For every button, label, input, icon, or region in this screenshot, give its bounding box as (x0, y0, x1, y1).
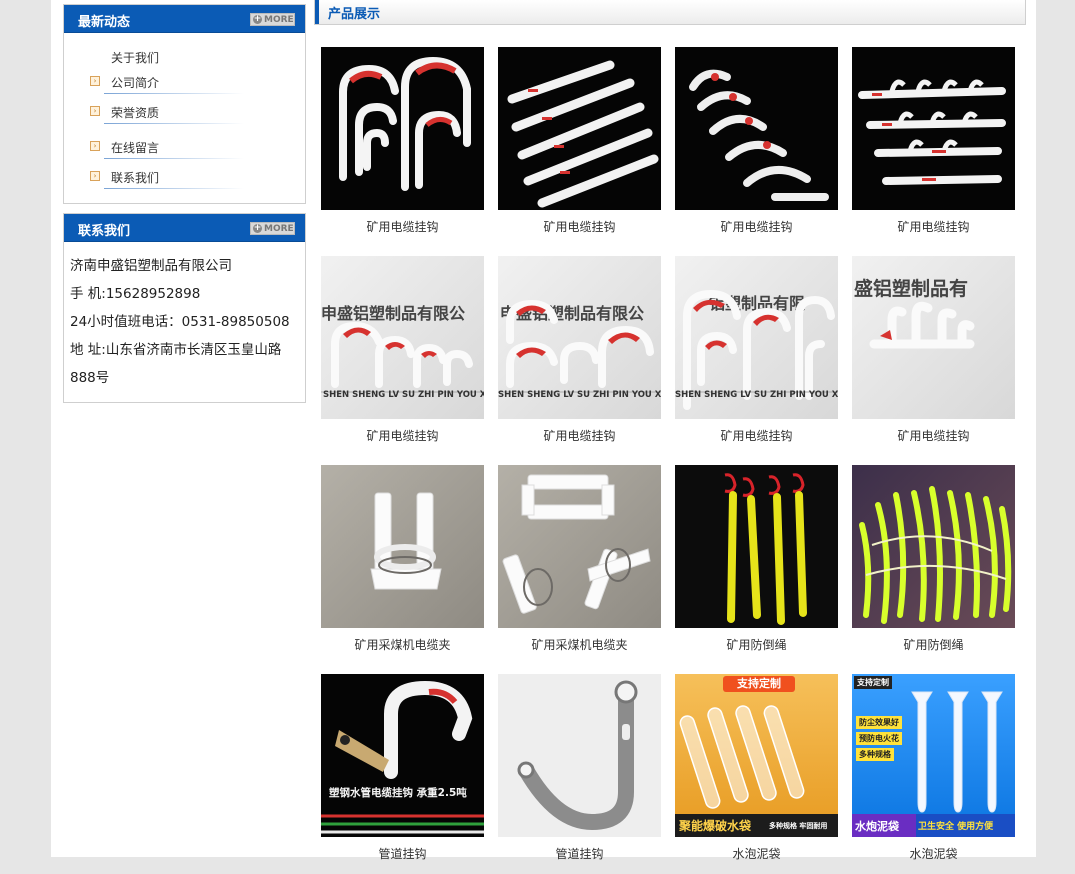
company-name: 济南申盛铝塑制品有限公司 (70, 258, 232, 274)
hotline-number: 24小时值班电话：0531-89850508 (70, 314, 290, 330)
address: 地 址:山东省济南市长清区玉皇山路888号 (70, 342, 282, 386)
product-image[interactable] (498, 465, 661, 628)
product-card[interactable]: 矿用防倒绳 (675, 465, 838, 665)
arrow-bullet-icon: › (90, 141, 100, 151)
content-title: 产品展示 (328, 7, 381, 22)
product-caption[interactable]: 管道挂钩 (321, 845, 484, 862)
product-card[interactable]: 矿用电缆挂钩 (852, 47, 1015, 247)
product-card[interactable]: 铝塑制品有限 SHEN SHENG LV SU ZHI PIN YOU XIAN… (675, 256, 838, 456)
page: 最新动态 + MORE 关于我们 › 公司简介 › 荣誉资质 › 在线留言 › … (51, 0, 1036, 861)
product-image[interactable] (675, 465, 838, 628)
product-image[interactable] (498, 47, 661, 210)
divider (104, 123, 244, 124)
accent-bar (315, 0, 319, 24)
banner-subtitle: 卫生安全 使用方便 (918, 822, 994, 832)
mobile-number: 手 机:15628952898 (70, 286, 201, 302)
product-caption[interactable]: 矿用防倒绳 (852, 636, 1015, 653)
product-card[interactable]: 申盛铝塑制品有限公 SHEN SHENG LV SU ZHI PIN YOU X… (498, 256, 661, 456)
product-caption[interactable]: 矿用电缆挂钩 (498, 427, 661, 444)
product-caption[interactable]: 矿用电缆挂钩 (675, 218, 838, 235)
feature-badge: 防尘效果好 (856, 716, 902, 729)
news-box-title: 最新动态 (78, 15, 131, 30)
product-caption[interactable]: 矿用采煤机电缆夹 (321, 636, 484, 653)
news-list: 关于我们 › 公司简介 › 荣誉资质 › 在线留言 › 联系我们 (64, 33, 305, 203)
contact-box-title: 联系我们 (78, 224, 131, 239)
news-more-button[interactable]: + MORE (250, 13, 295, 26)
arrow-bullet-icon: › (90, 106, 100, 116)
product-caption[interactable]: 矿用电缆挂钩 (498, 218, 661, 235)
product-image[interactable] (852, 47, 1015, 210)
product-image[interactable]: 铝塑制品有限 SHEN SHENG LV SU ZHI PIN YOU XIAN (675, 256, 838, 419)
feature-badge: 多种规格 (856, 748, 894, 761)
product-image[interactable] (321, 465, 484, 628)
product-caption[interactable]: 水泡泥袋 (675, 845, 838, 862)
product-image[interactable] (852, 465, 1015, 628)
product-card[interactable]: 支持定制 聚能爆破水袋 多种规格 牢固耐用 水泡泥袋 (675, 674, 838, 874)
banner-title: 聚能爆破水袋 (679, 819, 752, 833)
pipe-hook-illustration (517, 680, 638, 831)
arrow-bullet-icon: › (90, 76, 100, 86)
hook-rack-illustration (858, 79, 1006, 185)
product-card[interactable]: 矿用电缆挂钩 (675, 47, 838, 247)
product-card[interactable]: 矿用采煤机电缆夹 (321, 465, 484, 665)
divider (104, 188, 244, 189)
banner-title: 水炮泥袋 (855, 820, 899, 833)
watermark-bottom: SHEN SHENG LV SU ZHI PIN YOU XIAN G (498, 390, 661, 400)
product-card[interactable]: 管道挂钩 (498, 674, 661, 874)
product-card[interactable]: 支持定制 防尘效果好 预防电火花 多种规格 水炮泥袋 卫生安全 使用方便 水泡泥… (852, 674, 1015, 874)
product-caption[interactable]: 水泡泥袋 (852, 845, 1015, 862)
divider (104, 93, 244, 94)
product-card[interactable]: 矿用电缆挂钩 (321, 47, 484, 247)
news-box-header: 最新动态 + MORE (64, 5, 305, 33)
feature-badge: 预防电火花 (856, 732, 902, 745)
contact-body: 济南申盛铝塑制品有限公司 手 机:15628952898 24小时值班电话：05… (64, 242, 305, 400)
content-header: 产品展示 (314, 0, 1026, 25)
contact-box: 联系我们 + MORE 济南申盛铝塑制品有限公司 手 机:15628952898 … (63, 213, 306, 403)
plus-icon: + (253, 14, 262, 24)
cable-clamp-illustration (370, 492, 442, 590)
product-overlay-text: 塑钢水管电缆挂钩 承重2.5吨 (329, 787, 467, 799)
product-card[interactable]: 矿用采煤机电缆夹 (498, 465, 661, 665)
product-card[interactable]: 塑钢水管电缆挂钩 承重2.5吨 管道挂钩 (321, 674, 484, 874)
hook-rack-illustration (507, 60, 659, 208)
watermark-bottom: SHEN SHENG LV SU ZHI PIN YOU XIAN G (323, 390, 484, 400)
plus-icon: + (253, 223, 262, 233)
product-card[interactable]: 申盛铝塑制品有限公 SHEN SHENG LV SU ZHI PIN YOU X… (321, 256, 484, 456)
product-caption[interactable]: 矿用电缆挂钩 (321, 218, 484, 235)
product-card[interactable]: 矿用防倒绳 (852, 465, 1015, 665)
product-image[interactable]: 支持定制 防尘效果好 预防电火花 多种规格 水炮泥袋 卫生安全 使用方便 (852, 674, 1015, 837)
product-card[interactable]: 盛铝塑制品有 矿用电缆挂钩 (852, 256, 1015, 456)
arrow-bullet-icon: › (90, 171, 100, 181)
product-caption[interactable]: 矿用采煤机电缆夹 (498, 636, 661, 653)
product-caption[interactable]: 矿用电缆挂钩 (852, 427, 1015, 444)
water-bag-illustration (675, 705, 838, 837)
divider (104, 158, 244, 159)
rope-illustration (859, 486, 1012, 624)
contact-box-header: 联系我们 + MORE (64, 214, 305, 242)
hook-set-illustration (339, 56, 471, 191)
news-box: 最新动态 + MORE 关于我们 › 公司简介 › 荣誉资质 › 在线留言 › … (63, 4, 306, 204)
watermark-bottom: SHEN SHENG LV SU ZHI PIN YOU XIAN (675, 390, 838, 400)
banner-subtitle: 多种规格 牢固耐用 (769, 822, 828, 830)
product-image[interactable]: 塑钢水管电缆挂钩 承重2.5吨 (321, 674, 484, 837)
product-caption[interactable]: 矿用电缆挂钩 (321, 427, 484, 444)
product-card[interactable]: 矿用电缆挂钩 (498, 47, 661, 247)
product-image[interactable]: 支持定制 聚能爆破水袋 多种规格 牢固耐用 (675, 674, 838, 837)
product-caption[interactable]: 管道挂钩 (498, 845, 661, 862)
hook-set-illustration (689, 69, 829, 201)
product-image[interactable]: 盛铝塑制品有 (852, 256, 1015, 419)
product-image[interactable] (321, 47, 484, 210)
product-image[interactable]: 申盛铝塑制品有限公 SHEN SHENG LV SU ZHI PIN YOU X (321, 256, 484, 419)
product-image[interactable] (675, 47, 838, 210)
product-caption[interactable]: 矿用电缆挂钩 (852, 218, 1015, 235)
product-image[interactable]: 申盛铝塑制品有限公 SHEN SHENG LV SU ZHI PIN YOU X (498, 256, 661, 419)
product-caption[interactable]: 矿用防倒绳 (675, 636, 838, 653)
product-image[interactable] (498, 674, 661, 837)
pipe-hook-illustration (321, 680, 484, 834)
cable-clamp-illustration (502, 474, 651, 614)
rope-illustration (724, 473, 807, 625)
product-caption[interactable]: 矿用电缆挂钩 (675, 427, 838, 444)
hook-rack-illustration (869, 301, 975, 349)
contact-more-button[interactable]: + MORE (250, 222, 295, 235)
